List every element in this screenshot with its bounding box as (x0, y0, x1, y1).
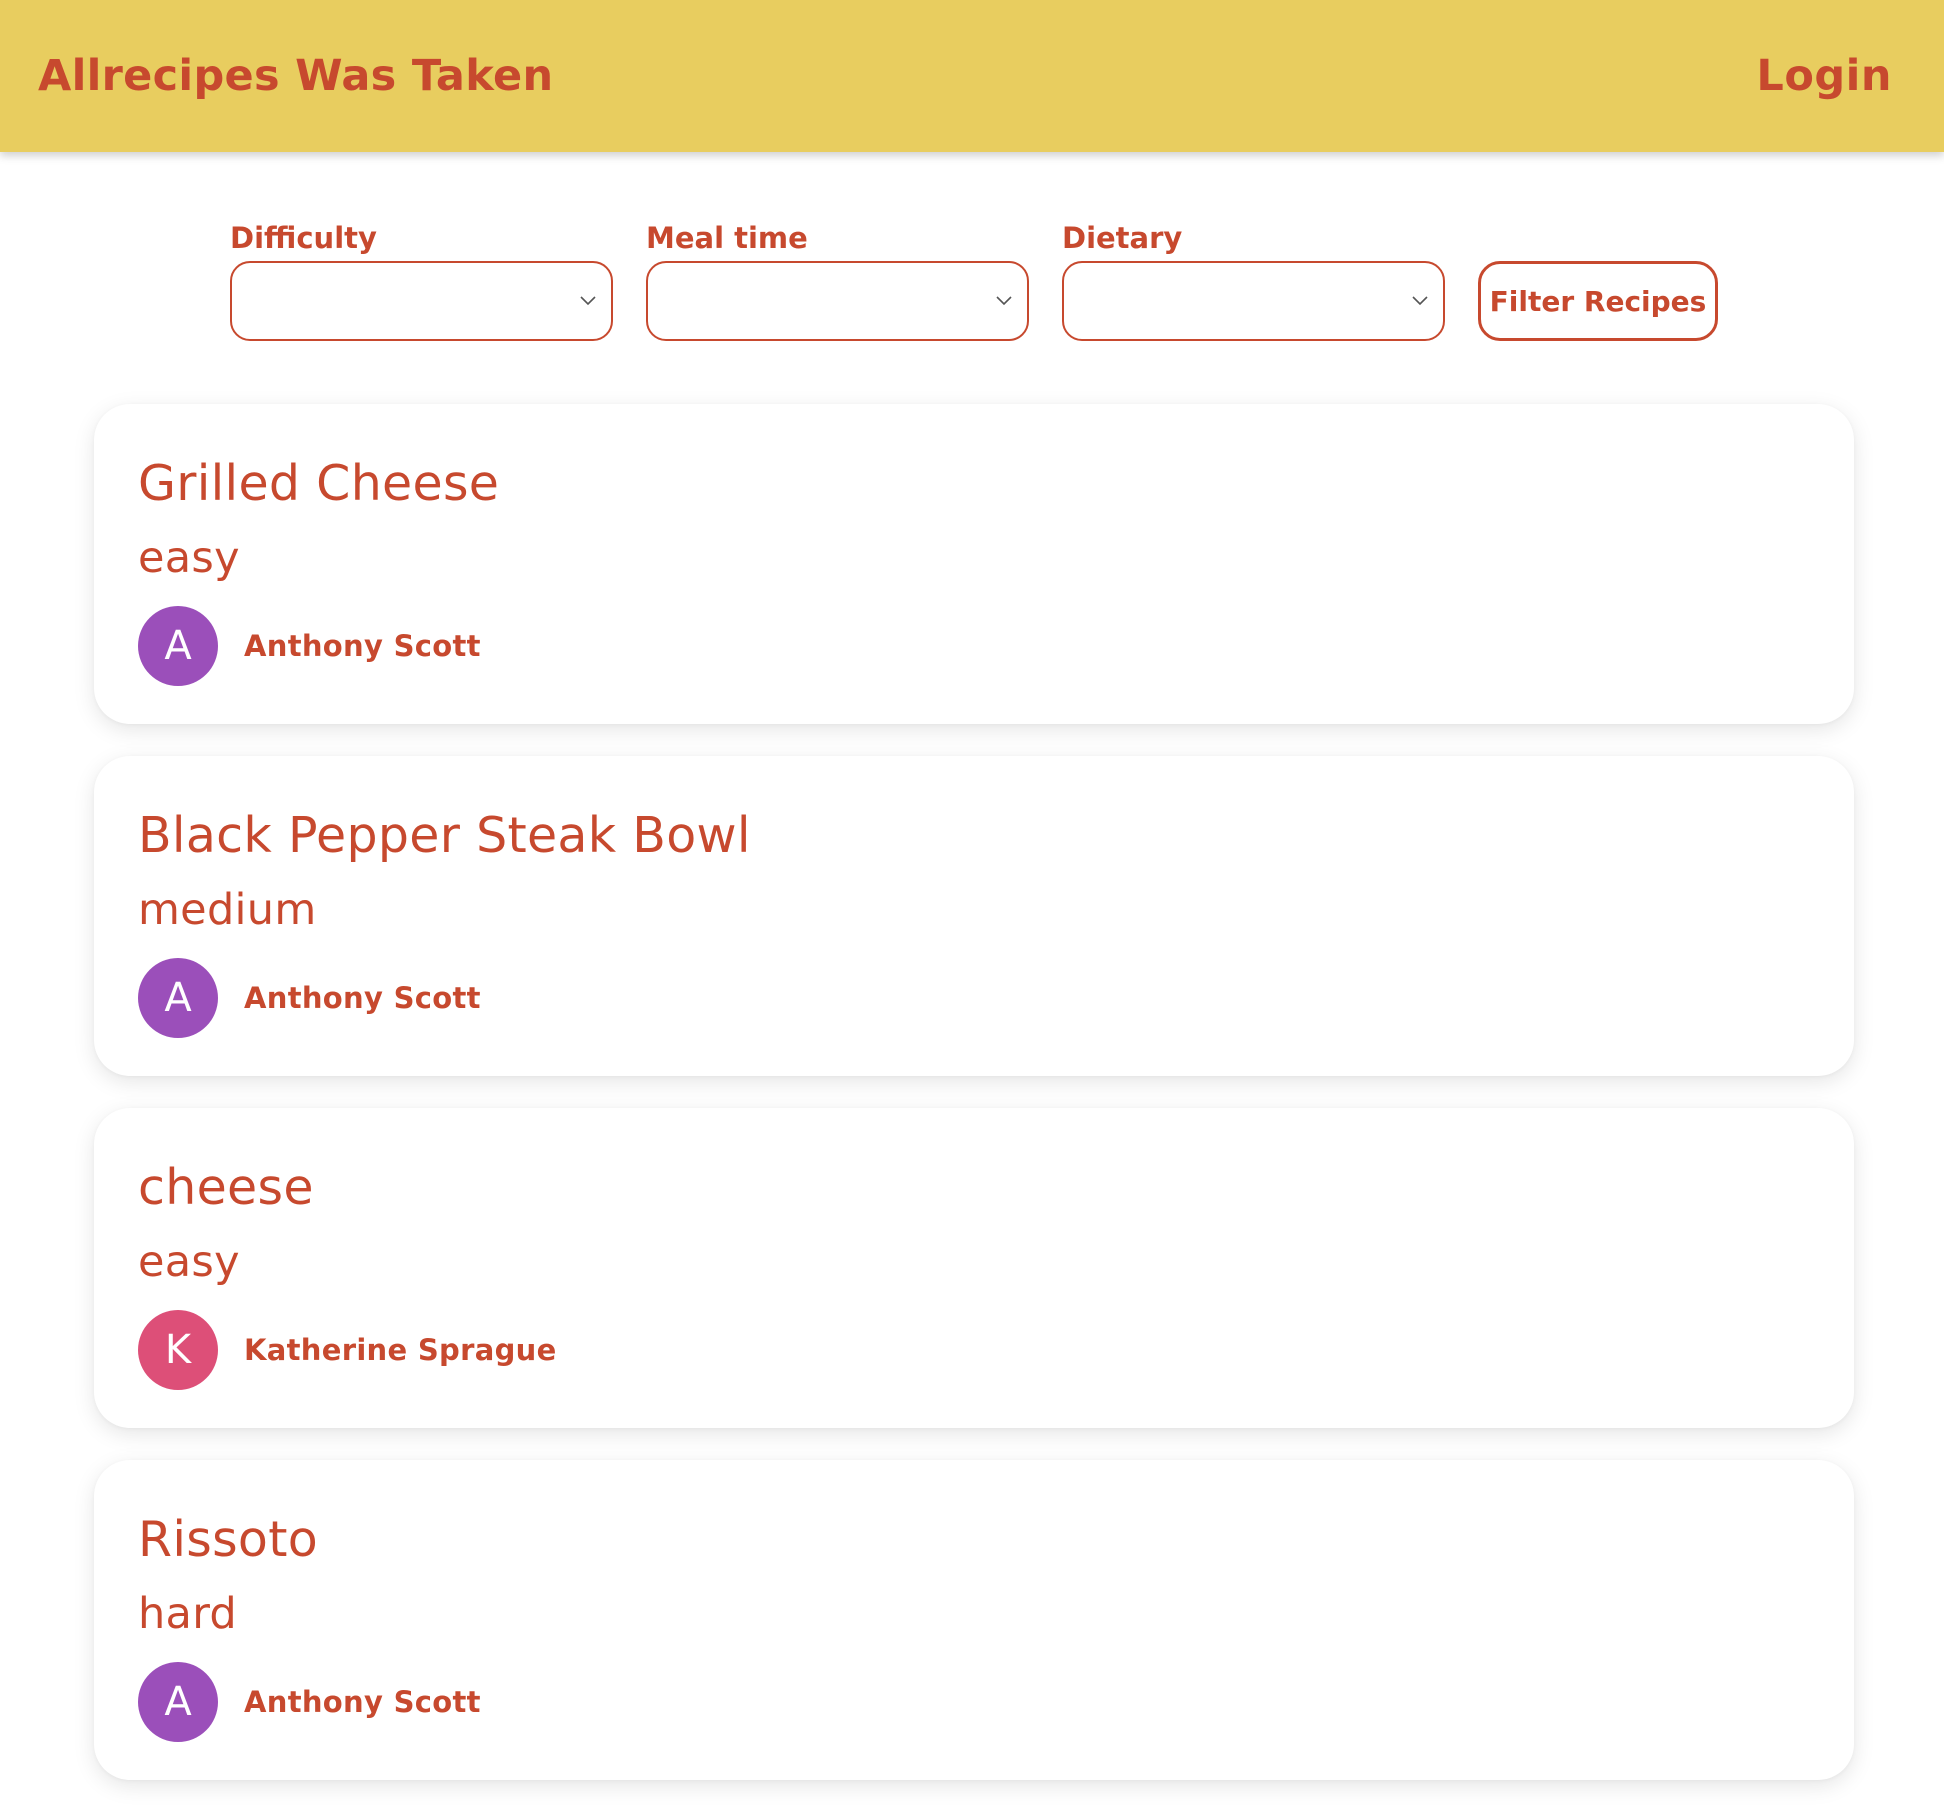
recipe-title: cheese (138, 1159, 314, 1216)
difficulty-label: Difficulty (230, 221, 377, 255)
dietary-label: Dietary (1062, 221, 1183, 255)
chevron-down-icon (580, 296, 596, 306)
recipe-title: Grilled Cheese (138, 455, 500, 512)
chevron-down-icon (996, 296, 1012, 306)
chevron-down-icon (1412, 296, 1428, 306)
recipe-card[interactable]: Rissoto hard A Anthony Scott (94, 1460, 1854, 1780)
avatar: A (138, 606, 218, 686)
author-name: Katherine Sprague (244, 1333, 557, 1367)
recipe-author: A Anthony Scott (138, 1662, 1810, 1742)
dietary-select[interactable] (1062, 261, 1445, 341)
recipe-card[interactable]: Black Pepper Steak Bowl medium A Anthony… (94, 756, 1854, 1076)
recipe-author: A Anthony Scott (138, 606, 1810, 686)
recipe-difficulty: medium (138, 885, 317, 935)
top-nav-bar: Allrecipes Was Taken Login (0, 0, 1944, 152)
filter-recipes-button[interactable]: Filter Recipes (1478, 261, 1718, 341)
recipe-card[interactable]: Grilled Cheese easy A Anthony Scott (94, 404, 1854, 724)
avatar: A (138, 958, 218, 1038)
recipe-difficulty: easy (138, 1237, 240, 1287)
login-link[interactable]: Login (1756, 51, 1892, 101)
avatar: K (138, 1310, 218, 1390)
recipe-difficulty: hard (138, 1589, 238, 1639)
recipe-author: A Anthony Scott (138, 958, 1810, 1038)
recipe-card[interactable]: cheese easy K Katherine Sprague (94, 1108, 1854, 1428)
recipe-author: K Katherine Sprague (138, 1310, 1810, 1390)
author-name: Anthony Scott (244, 981, 481, 1015)
recipe-list: Grilled Cheese easy A Anthony Scott Blac… (94, 404, 1854, 1812)
difficulty-filter: Difficulty (230, 218, 613, 341)
difficulty-select[interactable] (230, 261, 613, 341)
recipe-title: Black Pepper Steak Bowl (138, 807, 751, 864)
dietary-filter: Dietary (1062, 218, 1445, 341)
filter-bar: Difficulty Meal time Dietary Filter Reci… (230, 218, 1718, 341)
meal-time-select[interactable] (646, 261, 1029, 341)
brand-link[interactable]: Allrecipes Was Taken (38, 51, 553, 101)
recipe-title: Rissoto (138, 1511, 318, 1568)
meal-time-filter: Meal time (646, 218, 1029, 341)
recipe-difficulty: easy (138, 533, 240, 583)
author-name: Anthony Scott (244, 1685, 481, 1719)
meal-time-label: Meal time (646, 221, 808, 255)
author-name: Anthony Scott (244, 629, 481, 663)
avatar: A (138, 1662, 218, 1742)
